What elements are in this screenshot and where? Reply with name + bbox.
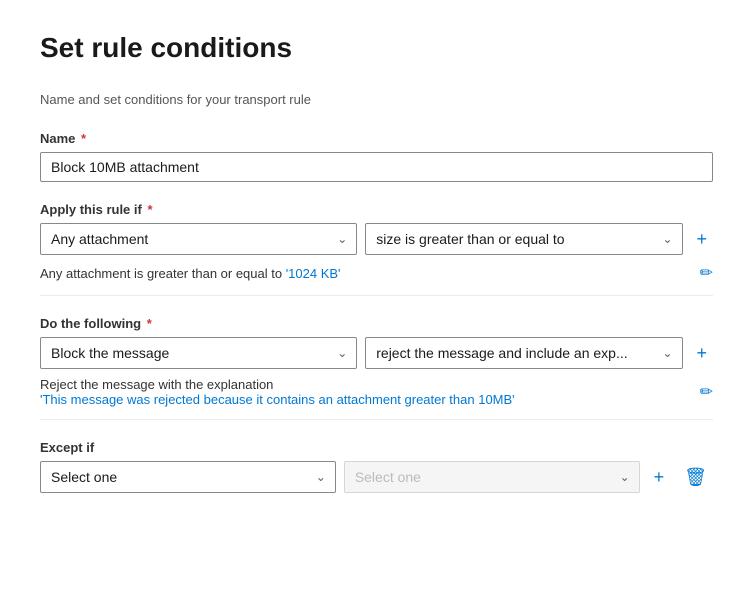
apply-rule-info-row: Any attachment is greater than or equal …: [40, 255, 713, 287]
do-following-divider: [40, 419, 713, 420]
apply-rule-divider: [40, 295, 713, 296]
except-if-label: Except if: [40, 440, 713, 455]
do-following-dropdown1[interactable]: Block the message Allow the message Modi…: [40, 337, 357, 369]
except-if-delete-button[interactable]: 🗑: [678, 463, 713, 492]
do-following-info-link[interactable]: 'This message was rejected because it co…: [40, 392, 515, 407]
name-section: Name *: [40, 131, 713, 182]
do-following-dropdown1-wrapper: Block the message Allow the message Modi…: [40, 337, 357, 369]
apply-rule-label: Apply this rule if *: [40, 202, 713, 217]
except-if-section: Except if Select one ⌄ Select one ⌄ + 🗑: [40, 440, 713, 493]
apply-rule-dropdown1[interactable]: Any attachment The sender The recipient: [40, 223, 357, 255]
apply-rule-add-button[interactable]: +: [691, 225, 714, 254]
name-required-indicator: *: [77, 131, 86, 146]
except-if-dropdown1[interactable]: Select one: [40, 461, 336, 493]
page-title: Set rule conditions: [40, 32, 713, 64]
do-following-edit-icon[interactable]: ✏: [700, 382, 713, 402]
apply-rule-dropdown2[interactable]: size is greater than or equal to size is…: [365, 223, 682, 255]
apply-rule-row: Any attachment The sender The recipient …: [40, 223, 713, 255]
do-following-dropdown2-wrapper: reject the message and include an exp...…: [365, 337, 682, 369]
do-following-required-indicator: *: [143, 316, 152, 331]
except-if-add-button[interactable]: +: [648, 463, 671, 492]
name-label: Name *: [40, 131, 713, 146]
do-following-dropdown2[interactable]: reject the message and include an exp...…: [365, 337, 682, 369]
apply-rule-dropdown1-wrapper: Any attachment The sender The recipient …: [40, 223, 357, 255]
do-following-info-row: Reject the message with the explanation …: [40, 369, 713, 411]
do-following-section: Do the following * Block the message All…: [40, 316, 713, 420]
do-following-add-button[interactable]: +: [691, 339, 714, 368]
do-following-row: Block the message Allow the message Modi…: [40, 337, 713, 369]
apply-rule-info-text: Any attachment is greater than or equal …: [40, 266, 341, 281]
except-if-row: Select one ⌄ Select one ⌄ + 🗑: [40, 461, 713, 493]
do-following-info-text: Reject the message with the explanation …: [40, 377, 515, 407]
except-if-dropdown2-wrapper: Select one ⌄: [344, 461, 640, 493]
apply-rule-info-link[interactable]: '1024 KB': [286, 266, 341, 281]
page-subtitle: Name and set conditions for your transpo…: [40, 92, 713, 107]
apply-rule-required-indicator: *: [144, 202, 153, 217]
apply-rule-section: Apply this rule if * Any attachment The …: [40, 202, 713, 296]
apply-rule-dropdown2-wrapper: size is greater than or equal to size is…: [365, 223, 682, 255]
name-input[interactable]: [40, 152, 713, 182]
do-following-label: Do the following *: [40, 316, 713, 331]
apply-rule-edit-icon[interactable]: ✏: [700, 263, 713, 283]
except-if-dropdown1-wrapper: Select one ⌄: [40, 461, 336, 493]
except-if-dropdown2[interactable]: Select one: [344, 461, 640, 493]
